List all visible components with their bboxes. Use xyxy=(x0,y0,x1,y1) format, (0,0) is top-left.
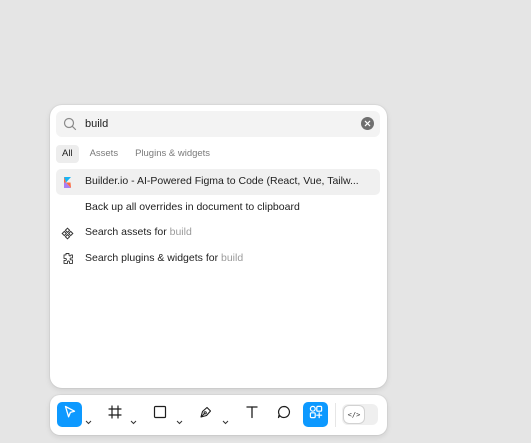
tab-assets[interactable]: Assets xyxy=(84,145,125,163)
actions-tool-button[interactable] xyxy=(303,402,328,427)
move-tool-chevron-down-icon[interactable] xyxy=(85,412,92,425)
quick-actions-panel: All Assets Plugins & widgets Builder.io … xyxy=(50,105,387,388)
query-suffix: build xyxy=(221,251,244,264)
rectangle-icon xyxy=(152,404,168,425)
result-label: Builder.io - AI-Powered Figma to Code (R… xyxy=(85,175,359,187)
actions-icon xyxy=(308,404,324,425)
frame-icon xyxy=(107,404,123,425)
frame-tool-button[interactable] xyxy=(102,402,127,427)
result-label: Search assets for build xyxy=(85,226,192,238)
results-list: Builder.io - AI-Powered Figma to Code (R… xyxy=(56,169,380,271)
dev-mode-toggle[interactable]: </> xyxy=(342,404,378,425)
bottom-toolbar: </> xyxy=(50,395,387,435)
clear-icon[interactable] xyxy=(361,117,374,130)
shape-tool-button[interactable] xyxy=(147,402,172,427)
result-backup-overrides[interactable]: Back up all overrides in document to cli… xyxy=(56,195,380,221)
text-icon xyxy=(244,404,260,425)
query-suffix: build xyxy=(169,226,192,238)
comment-icon xyxy=(276,404,292,425)
result-builder-io-plugin[interactable]: Builder.io - AI-Powered Figma to Code (R… xyxy=(56,169,380,195)
result-search-assets[interactable]: Search assets for build xyxy=(56,220,380,246)
result-label: Search plugins & widgets for build xyxy=(85,251,244,264)
search-box[interactable] xyxy=(56,111,380,137)
tab-all[interactable]: All xyxy=(56,145,79,163)
text-tool-button[interactable] xyxy=(239,402,264,427)
frame-tool-chevron-down-icon[interactable] xyxy=(130,412,137,425)
comment-tool-button[interactable] xyxy=(271,402,296,427)
component-icon xyxy=(60,226,74,240)
shape-tool-chevron-down-icon[interactable] xyxy=(176,412,183,425)
pen-icon xyxy=(198,404,214,425)
result-label: Back up all overrides in document to cli… xyxy=(85,200,300,213)
search-input[interactable] xyxy=(85,116,355,132)
toolbar-divider xyxy=(335,403,336,427)
builder-io-logo-icon xyxy=(60,175,74,189)
code-icon: </> xyxy=(344,406,364,423)
cursor-icon xyxy=(62,404,78,425)
filter-tabs: All Assets Plugins & widgets xyxy=(56,145,221,163)
search-icon xyxy=(62,116,78,132)
result-search-plugins[interactable]: Search plugins & widgets for build xyxy=(56,246,380,272)
plugin-icon xyxy=(60,252,74,266)
pen-tool-button[interactable] xyxy=(193,402,218,427)
pen-tool-chevron-down-icon[interactable] xyxy=(222,412,229,425)
canvas: All Assets Plugins & widgets Builder.io … xyxy=(0,0,531,443)
move-tool-button[interactable] xyxy=(57,402,82,427)
tab-plugins-widgets[interactable]: Plugins & widgets xyxy=(129,145,216,163)
